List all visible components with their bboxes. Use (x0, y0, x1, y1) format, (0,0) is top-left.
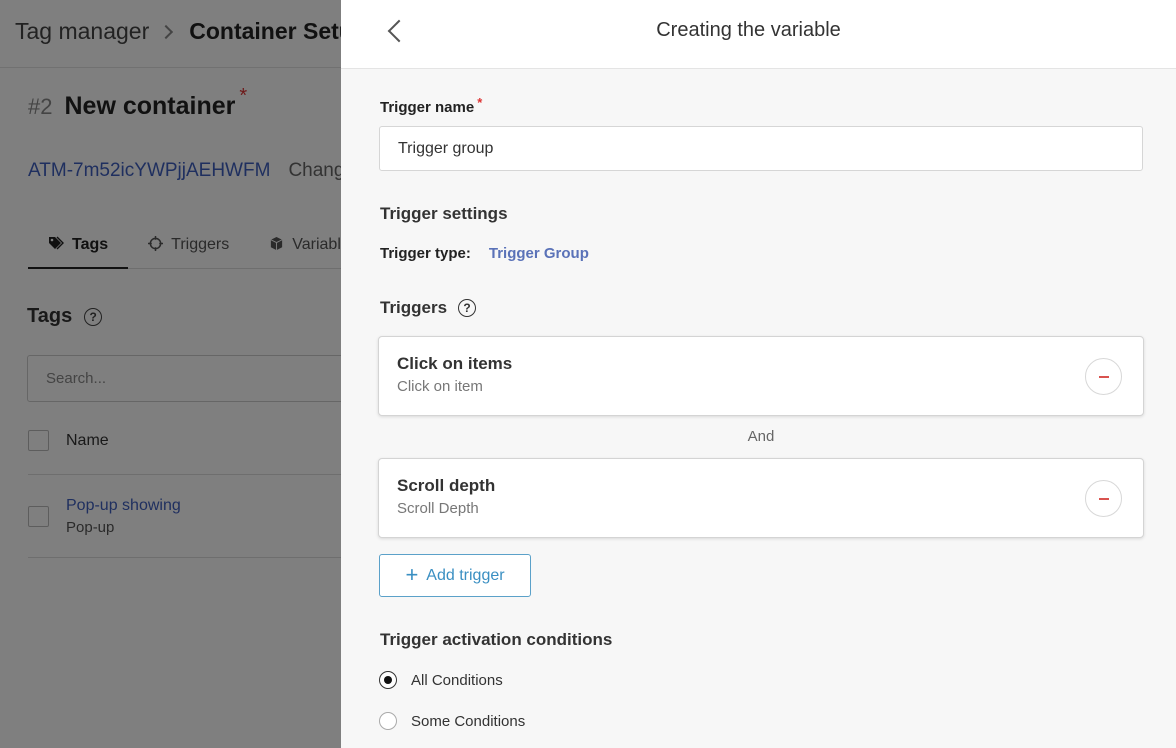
trigger-card-type: Scroll Depth (397, 500, 479, 517)
trigger-type-label: Trigger type: (380, 245, 471, 262)
create-variable-drawer: Creating the variable Trigger name * Trig… (341, 0, 1176, 748)
add-trigger-label: Add trigger (426, 566, 505, 584)
plus-icon: + (405, 561, 419, 587)
radio-some-conditions[interactable]: Some Conditions (379, 712, 525, 730)
drawer-header: Creating the variable (341, 0, 1176, 69)
trigger-settings-title: Trigger settings (380, 204, 508, 223)
remove-trigger-button[interactable] (1085, 358, 1122, 395)
drawer-title: Creating the variable (656, 19, 841, 41)
radio-button[interactable] (379, 712, 397, 730)
minus-icon (1099, 498, 1109, 500)
trigger-card-type: Click on item (397, 378, 483, 395)
trigger-card-name: Click on items (397, 354, 513, 373)
triggers-heading-label: Triggers (380, 298, 448, 317)
trigger-card: Click on items Click on item (378, 336, 1144, 416)
add-trigger-button[interactable]: + Add trigger (379, 554, 531, 597)
trigger-type-value[interactable]: Trigger Group (489, 245, 589, 262)
triggers-heading: Triggers ? (380, 298, 477, 318)
and-connector: And (747, 428, 775, 445)
trigger-card: Scroll depth Scroll Depth (378, 458, 1144, 538)
minus-icon (1099, 376, 1109, 378)
required-mark: * (477, 95, 483, 110)
trigger-card-name: Scroll depth (397, 476, 496, 495)
radio-label: Some Conditions (411, 712, 526, 730)
activation-conditions-title: Trigger activation conditions (380, 630, 613, 649)
remove-trigger-button[interactable] (1085, 480, 1122, 517)
trigger-name-label-text: Trigger name (380, 99, 475, 116)
help-icon[interactable]: ? (458, 299, 477, 317)
trigger-name-label: Trigger name * (380, 95, 482, 116)
radio-button-checked[interactable] (379, 671, 397, 689)
radio-all-conditions[interactable]: All Conditions (379, 671, 503, 689)
radio-label: All Conditions (411, 671, 503, 689)
trigger-name-input[interactable] (379, 126, 1143, 171)
trigger-type-row: Trigger type: Trigger Group (380, 245, 589, 262)
